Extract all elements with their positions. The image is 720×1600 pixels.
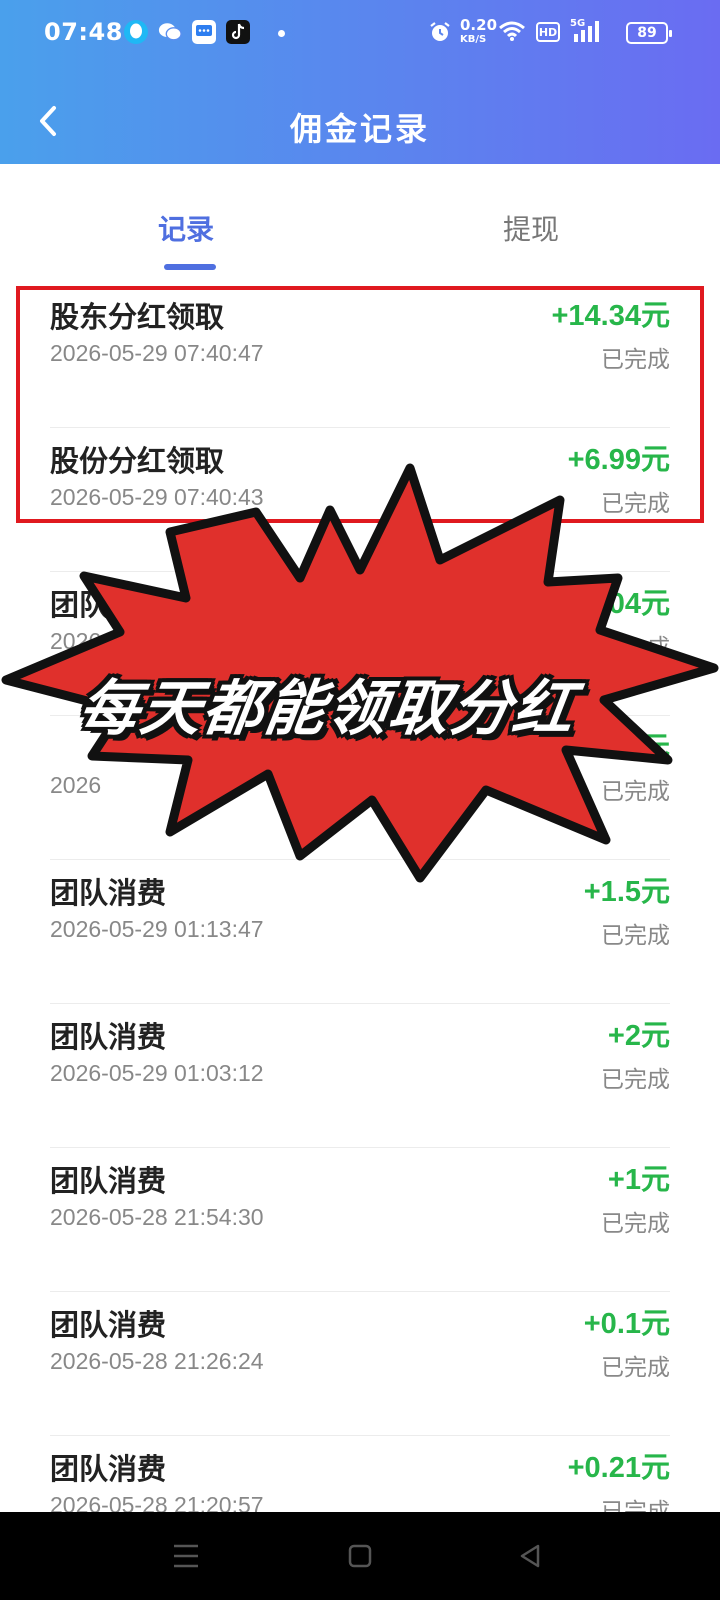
wifi-icon: [498, 20, 526, 46]
status-time: 07:48: [44, 18, 123, 46]
record-time: 2026-05-29 07:40:43: [50, 484, 264, 510]
record-status: 已完成: [601, 1067, 670, 1093]
signal-icon: 5G: [570, 18, 606, 44]
alarm-icon: [428, 20, 452, 48]
tiktok-icon: [226, 20, 250, 44]
menu-icon[interactable]: [164, 1534, 208, 1578]
net-speed-unit: KB/S: [460, 34, 487, 45]
record-status: 已完成: [601, 491, 670, 517]
status-bar: 07:48 0.20 KB/S HD 5G 89: [0, 0, 720, 64]
wechat-icon: [158, 20, 182, 44]
record-status: 已完成: [601, 779, 670, 805]
net-speed-value: 0.20: [460, 16, 498, 34]
record-time: 2026-05-29 01:03:12: [50, 1060, 264, 1086]
record-title: 股份分红领取: [50, 444, 225, 478]
record-time: 2026: [50, 772, 102, 798]
record-status: 已完成: [601, 1355, 670, 1381]
record-time: 2026-05-29 07:40:47: [50, 340, 264, 366]
tab-bar: 记录 提现: [0, 164, 720, 274]
record-amount: 04元: [608, 588, 670, 620]
record-amount: +6.99元: [567, 444, 670, 476]
tab-withdraw[interactable]: 提现: [503, 208, 559, 248]
record-status: 已完成: [601, 347, 670, 373]
list-item[interactable]: 团队消费 2026-05-28 21:26:24 +0.1元 已完成: [50, 1292, 670, 1436]
back-icon[interactable]: [508, 1534, 552, 1578]
record-title: 股东分红领取: [50, 300, 225, 334]
system-nav-bar: [0, 1512, 720, 1600]
record-time: 2026: [50, 628, 102, 654]
record-list: 股东分红领取 2026-05-29 07:40:47 +14.34元 已完成 股…: [50, 284, 670, 1580]
network-label: 5G: [570, 18, 586, 29]
hd-icon: HD: [536, 22, 560, 42]
page-title: 佣金记录: [289, 110, 430, 148]
record-title: 团队消费: [50, 588, 167, 622]
record-title: 团队消费: [50, 876, 167, 910]
battery-indicator: 89: [626, 22, 672, 44]
tab-records[interactable]: 记录: [158, 208, 214, 248]
list-item[interactable]: 团队消费 2026-05-29 01:13:47 +1.5元 已完成: [50, 860, 670, 1004]
header: 07:48 0.20 KB/S HD 5G 89 佣金记录: [0, 0, 720, 164]
record-time: 2026-05-28 21:54:30: [50, 1204, 264, 1230]
record-time: 2026-05-28 21:26:24: [50, 1348, 264, 1374]
list-item[interactable]: 股份分红领取 2026-05-29 07:40:43 +6.99元 已完成: [50, 428, 670, 572]
qq-icon: [124, 20, 148, 44]
list-item[interactable]: 团队消费 2026-05-29 01:03:12 +2元 已完成: [50, 1004, 670, 1148]
record-status: 已完成: [601, 923, 670, 949]
record-amount: +0.1元: [583, 1308, 670, 1340]
record-amount: +14.34元: [551, 300, 670, 332]
notification-dot: [278, 30, 285, 37]
record-title: 团队消费: [50, 1452, 167, 1486]
record-amount: +2元: [607, 1020, 670, 1052]
record-time: 2026-05-29 01:13:47: [50, 916, 264, 942]
list-item[interactable]: 团队消费 2026-05-28 21:54:30 +1元 已完成: [50, 1148, 670, 1292]
message-icon: [192, 20, 216, 44]
record-title: 团队消费: [50, 1164, 167, 1198]
hd-label: HD: [538, 25, 558, 39]
record-title: 团队消费: [50, 1308, 167, 1342]
record-title: 团队消费: [50, 1020, 167, 1054]
record-amount: +1元: [607, 1164, 670, 1196]
tab-active-indicator: [164, 264, 216, 270]
list-item[interactable]: 股东分红领取 2026-05-29 07:40:47 +14.34元 已完成: [50, 284, 670, 428]
record-status: 已完成: [601, 1211, 670, 1237]
record-status: 成: [647, 635, 670, 661]
burst-slogan: 每天都能领取分红: [74, 674, 581, 744]
home-icon[interactable]: [338, 1534, 382, 1578]
record-amount: +1.5元: [583, 876, 670, 908]
record-amount: +0.21元: [567, 1452, 670, 1484]
